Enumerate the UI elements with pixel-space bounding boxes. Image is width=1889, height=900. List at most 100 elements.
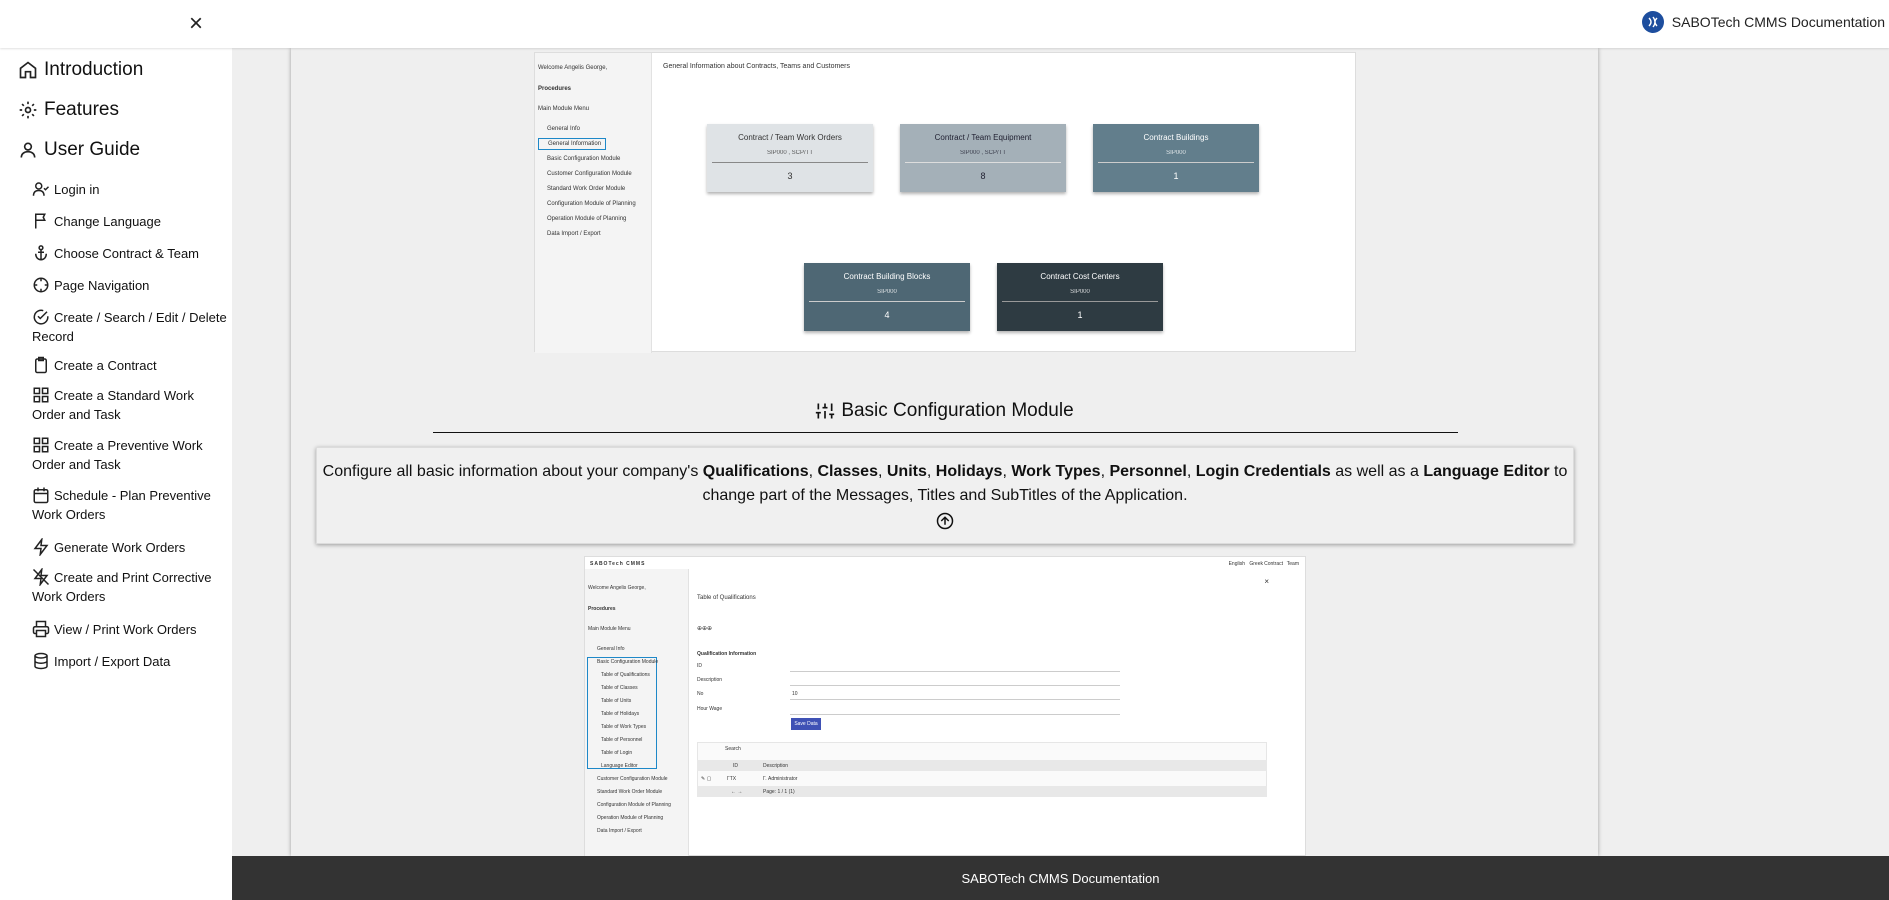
sidebar-item-schedule[interactable]: Schedule - Plan Preventive Work Orders <box>0 484 232 534</box>
tile-value: 3 <box>787 171 793 181</box>
term: Units <box>886 463 927 480</box>
shot2-contract: Contract <box>1264 561 1283 567</box>
shot2-sidebar: Welcome Angelis George, Procedures Main … <box>585 569 689 856</box>
sidebar-item-generate-wo[interactable]: Generate Work Orders <box>0 534 232 566</box>
sidebar-item-choose-contract[interactable]: Choose Contract & Team <box>0 238 232 270</box>
shot2-link: Data Import / Export <box>597 828 642 834</box>
shot2-welcome: Welcome Angelis George, <box>588 585 646 591</box>
shot2-link: Basic Configuration Module <box>597 659 659 665</box>
shot2-row-id: ΓΤΧ <box>727 776 737 782</box>
brand[interactable]: SABOTech CMMS Documentation <box>1641 10 1885 34</box>
shot2-save-button: Save Data <box>791 718 821 730</box>
shot2-search: Search <box>725 746 741 752</box>
term: Qualifications <box>702 463 809 480</box>
sidebar-item-label: Login in <box>54 182 100 197</box>
shot-link: General Info <box>547 126 581 132</box>
shot2-close-icon: × <box>1264 577 1269 586</box>
sidebar-item-view-print-wo[interactable]: View / Print Work Orders <box>0 616 232 648</box>
user-check-icon <box>32 180 52 199</box>
brand-title: SABOTech CMMS Documentation <box>1671 14 1885 30</box>
sidebar-item-label: Choose Contract & Team <box>54 246 199 261</box>
tile-title: Contract / Team Work Orders <box>738 133 842 142</box>
tile-title: Contract Buildings <box>1143 133 1209 142</box>
sidebar-item-standard-wo[interactable]: Create a Standard Work Order and Task <box>0 384 232 434</box>
nav-introduction-label: Introduction <box>44 59 144 80</box>
shot2-link: Language Editor <box>601 763 638 769</box>
shot2-link: Table of Work Types <box>601 724 647 730</box>
shot-header: General Information about Contracts, Tea… <box>663 63 851 70</box>
shot2-link: Table of Login <box>601 750 633 756</box>
sidebar-item-label: Create a Preventive Work Order and Task <box>32 438 203 472</box>
shot2-pager: Page: 1 / 1 (1) <box>763 789 795 795</box>
shot2-field-line <box>790 685 1120 686</box>
tile-equipment: Contract / Team Equipment SIP000 , SCP/T… <box>900 124 1066 192</box>
sidebar-item-login[interactable]: Login in <box>0 174 232 206</box>
screenshot-sidebar: Welcome Angelis George, Procedures Main … <box>535 53 652 353</box>
shot-welcome: Welcome Angelis George, <box>538 65 608 71</box>
shot2-link: General Info <box>597 646 625 652</box>
zap-off-icon <box>32 566 52 588</box>
term: Personnel <box>1109 463 1187 480</box>
close-icon[interactable]: × <box>186 12 206 36</box>
sidebar-item-change-language[interactable]: Change Language <box>0 206 232 238</box>
shot2-link: Table of Classes <box>601 685 638 691</box>
shot2-link: Table of Qualifications <box>601 672 650 678</box>
shot2-team: Team <box>1286 561 1299 567</box>
printer-icon <box>32 620 52 639</box>
shot2-pager-arrows: ← → <box>731 789 743 795</box>
top-bar: × SABOTech CMMS Documentation <box>0 0 1889 48</box>
shot2-link: Operation Module of Planning <box>597 815 664 821</box>
shot-link: Basic Configuration Module <box>547 156 621 162</box>
tile-sub: SIP000 , SCP/TT <box>959 150 1007 156</box>
term: Language Editor <box>1423 463 1550 480</box>
tile-sub: SIP000 <box>1070 289 1090 295</box>
nav-user-guide[interactable]: User Guide <box>0 130 232 170</box>
sliders-icon <box>816 403 835 419</box>
shot2-row-actions: ✎ ▢ <box>701 776 712 782</box>
section-title: Basic Configuration Module <box>291 400 1598 422</box>
tile-divider <box>1002 301 1158 302</box>
anchor-icon <box>32 244 52 263</box>
sidebar-item-create-contract[interactable]: Create a Contract <box>0 352 232 384</box>
sidebar-item-label: Schedule - Plan Preventive Work Orders <box>32 488 211 522</box>
footer: SABOTech CMMS Documentation <box>232 856 1889 900</box>
sidebar-item-label: Change Language <box>54 214 161 229</box>
sidebar: Introduction Features User Guide Login i… <box>0 48 232 900</box>
home-icon <box>19 61 37 79</box>
shot2-link: Customer Configuration Module <box>597 776 668 782</box>
shot2-link: Table of Holidays <box>601 711 640 717</box>
sidebar-item-label: Create a Standard Work Order and Task <box>32 388 194 422</box>
shot2-logo: SABOTech CMMS <box>590 561 646 567</box>
sidebar-item-import-export[interactable]: Import / Export Data <box>0 648 232 680</box>
shot2-row-desc: Γ. Administrator <box>763 776 798 782</box>
sidebar-item-corrective-wo[interactable]: Create and Print Corrective Work Orders <box>0 566 232 616</box>
description-text: Configure all basic information about yo… <box>322 463 1568 504</box>
shot2-field-label: Hour Wage <box>697 706 723 712</box>
nav-introduction[interactable]: Introduction <box>0 50 232 90</box>
sidebar-item-label: Create and Print Corrective Work Orders <box>32 570 212 604</box>
tile-value: 1 <box>1077 310 1083 320</box>
user-icon <box>20 142 36 158</box>
tile-sub: SIP000 <box>877 289 897 295</box>
screenshot-general-information: Welcome Angelis George, Procedures Main … <box>534 52 1356 353</box>
sidebar-item-label: Page Navigation <box>54 278 150 293</box>
shot-link: Customer Configuration Module <box>547 171 632 177</box>
shot2-toolbar-icons: ⊕⊕⊕ <box>697 626 713 632</box>
shot2-field-line <box>790 671 1120 672</box>
nav-features[interactable]: Features <box>0 90 232 130</box>
arrow-up-circle-icon[interactable] <box>936 512 954 538</box>
tile-sub: SIP000 , SCP/TT <box>766 150 814 156</box>
shot2-field-label: No <box>697 691 704 697</box>
sidebar-item-page-navigation[interactable]: Page Navigation <box>0 270 232 302</box>
desc-intro: Configure all basic information about yo… <box>322 463 699 480</box>
sidebar-item-preventive-wo[interactable]: Create a Preventive Work Order and Task <box>0 434 232 484</box>
shot2-col-desc: Description <box>763 763 789 769</box>
grid-icon <box>32 436 52 455</box>
tile-buildings: Contract Buildings SIP000 1 <box>1093 124 1259 192</box>
calendar-icon <box>32 486 52 505</box>
shot-link: Data Import / Export <box>547 231 601 237</box>
term: Holidays <box>935 463 1003 480</box>
flag-icon <box>32 212 52 231</box>
grid-icon <box>32 386 52 405</box>
sidebar-item-crud-record[interactable]: Create / Search / Edit / Delete Record <box>0 302 232 352</box>
